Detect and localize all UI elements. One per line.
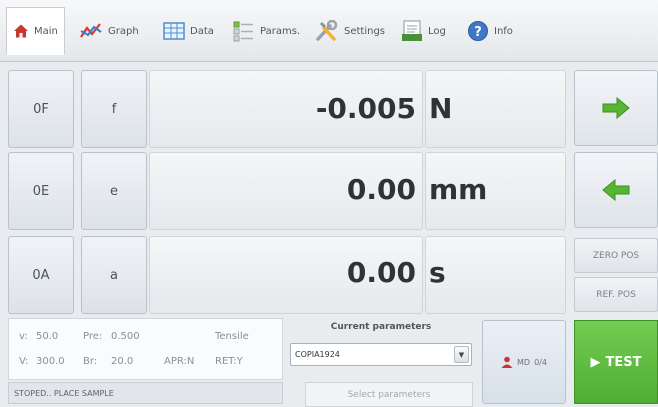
zero-force-label: 0F — [33, 101, 49, 117]
list-icon — [233, 21, 253, 42]
zero-time-label: 0A — [32, 267, 50, 283]
force-unit: N — [429, 92, 453, 125]
zero-elongation-button[interactable]: 0E — [8, 152, 74, 230]
tab-info[interactable]: ? Info — [460, 7, 520, 55]
zero-pos-button[interactable]: ZERO POS — [574, 238, 658, 273]
params-title: Current parameters — [330, 322, 432, 332]
v-max-label: V: — [19, 356, 29, 367]
v-label: v: — [19, 331, 28, 342]
v-value: 50.0 — [36, 331, 59, 342]
pre-value: 0.500 — [111, 331, 140, 342]
status-panel: v: 50.0 Pre: 0.500 Tensile V: 300.0 Br: … — [8, 318, 283, 380]
ret-value: RET:Y — [215, 356, 243, 367]
force-value: -0.005 — [315, 92, 416, 125]
arrow-left-icon — [602, 179, 630, 201]
log-icon — [402, 20, 422, 41]
md-count: 0/4 — [534, 357, 547, 367]
tab-data[interactable]: Data — [156, 7, 221, 55]
time-symbol-button[interactable]: a — [81, 236, 147, 314]
pre-label: Pre: — [83, 331, 103, 342]
tab-label: Info — [494, 25, 513, 37]
info-icon: ? — [468, 21, 488, 41]
time-symbol: a — [110, 267, 118, 283]
elongation-unit: mm — [429, 173, 488, 206]
time-unit-panel — [425, 236, 566, 314]
tab-settings[interactable]: Settings — [308, 7, 392, 55]
tab-graph[interactable]: Graph — [72, 7, 146, 55]
params-select-value: COPIA1924 — [295, 350, 340, 359]
time-value: 0.00 — [346, 256, 416, 289]
test-mode: Tensile — [215, 331, 249, 342]
tab-log[interactable]: Log — [394, 7, 453, 55]
md-label: MD — [517, 357, 531, 367]
zero-elongation-label: 0E — [32, 183, 50, 199]
tab-label: Data — [190, 25, 214, 37]
elongation-value: 0.00 — [346, 173, 416, 206]
ref-pos-button[interactable]: REF. POS — [574, 277, 658, 312]
apr-value: APR:N — [164, 356, 195, 367]
tab-label: Log — [428, 25, 446, 37]
force-symbol: f — [111, 101, 117, 117]
user-icon — [501, 356, 513, 368]
time-unit: s — [429, 256, 446, 289]
select-parameters-button[interactable]: Select parameters — [305, 382, 473, 407]
zero-time-button[interactable]: 0A — [8, 236, 74, 314]
md-button[interactable]: MD 0/4 — [482, 320, 566, 404]
tab-bar: Main Graph Data Params. Settings Log ? I… — [0, 0, 658, 62]
tab-label: Settings — [344, 25, 386, 37]
br-value: 20.0 — [111, 356, 134, 367]
move-back-button[interactable] — [574, 152, 658, 228]
tab-label: Main — [34, 25, 58, 37]
elongation-symbol: e — [110, 183, 118, 199]
tab-main[interactable]: Main — [6, 7, 65, 55]
arrow-right-icon — [602, 97, 630, 119]
chevron-down-icon[interactable]: ▼ — [454, 346, 469, 363]
table-icon — [163, 22, 185, 40]
graph-icon — [80, 23, 102, 38]
tab-label: Graph — [108, 25, 139, 37]
force-symbol-button[interactable]: f — [81, 70, 147, 148]
zero-force-button[interactable]: 0F — [8, 70, 74, 148]
status-message: STOPED.. PLACE SAMPLE — [8, 382, 283, 404]
test-button[interactable]: ▶ TEST — [574, 320, 658, 404]
v-max-value: 300.0 — [36, 356, 65, 367]
br-label: Br: — [83, 356, 98, 367]
tab-label: Params. — [260, 25, 301, 37]
play-icon: ▶ — [590, 354, 601, 370]
home-icon — [14, 24, 28, 38]
params-select[interactable]: COPIA1924 ▼ — [290, 343, 472, 366]
move-forward-button[interactable] — [574, 70, 658, 146]
elongation-symbol-button[interactable]: e — [81, 152, 147, 230]
tab-params[interactable]: Params. — [226, 7, 307, 55]
test-label: TEST — [605, 354, 642, 370]
svg-text:?: ? — [474, 25, 482, 40]
tools-icon — [316, 20, 338, 41]
